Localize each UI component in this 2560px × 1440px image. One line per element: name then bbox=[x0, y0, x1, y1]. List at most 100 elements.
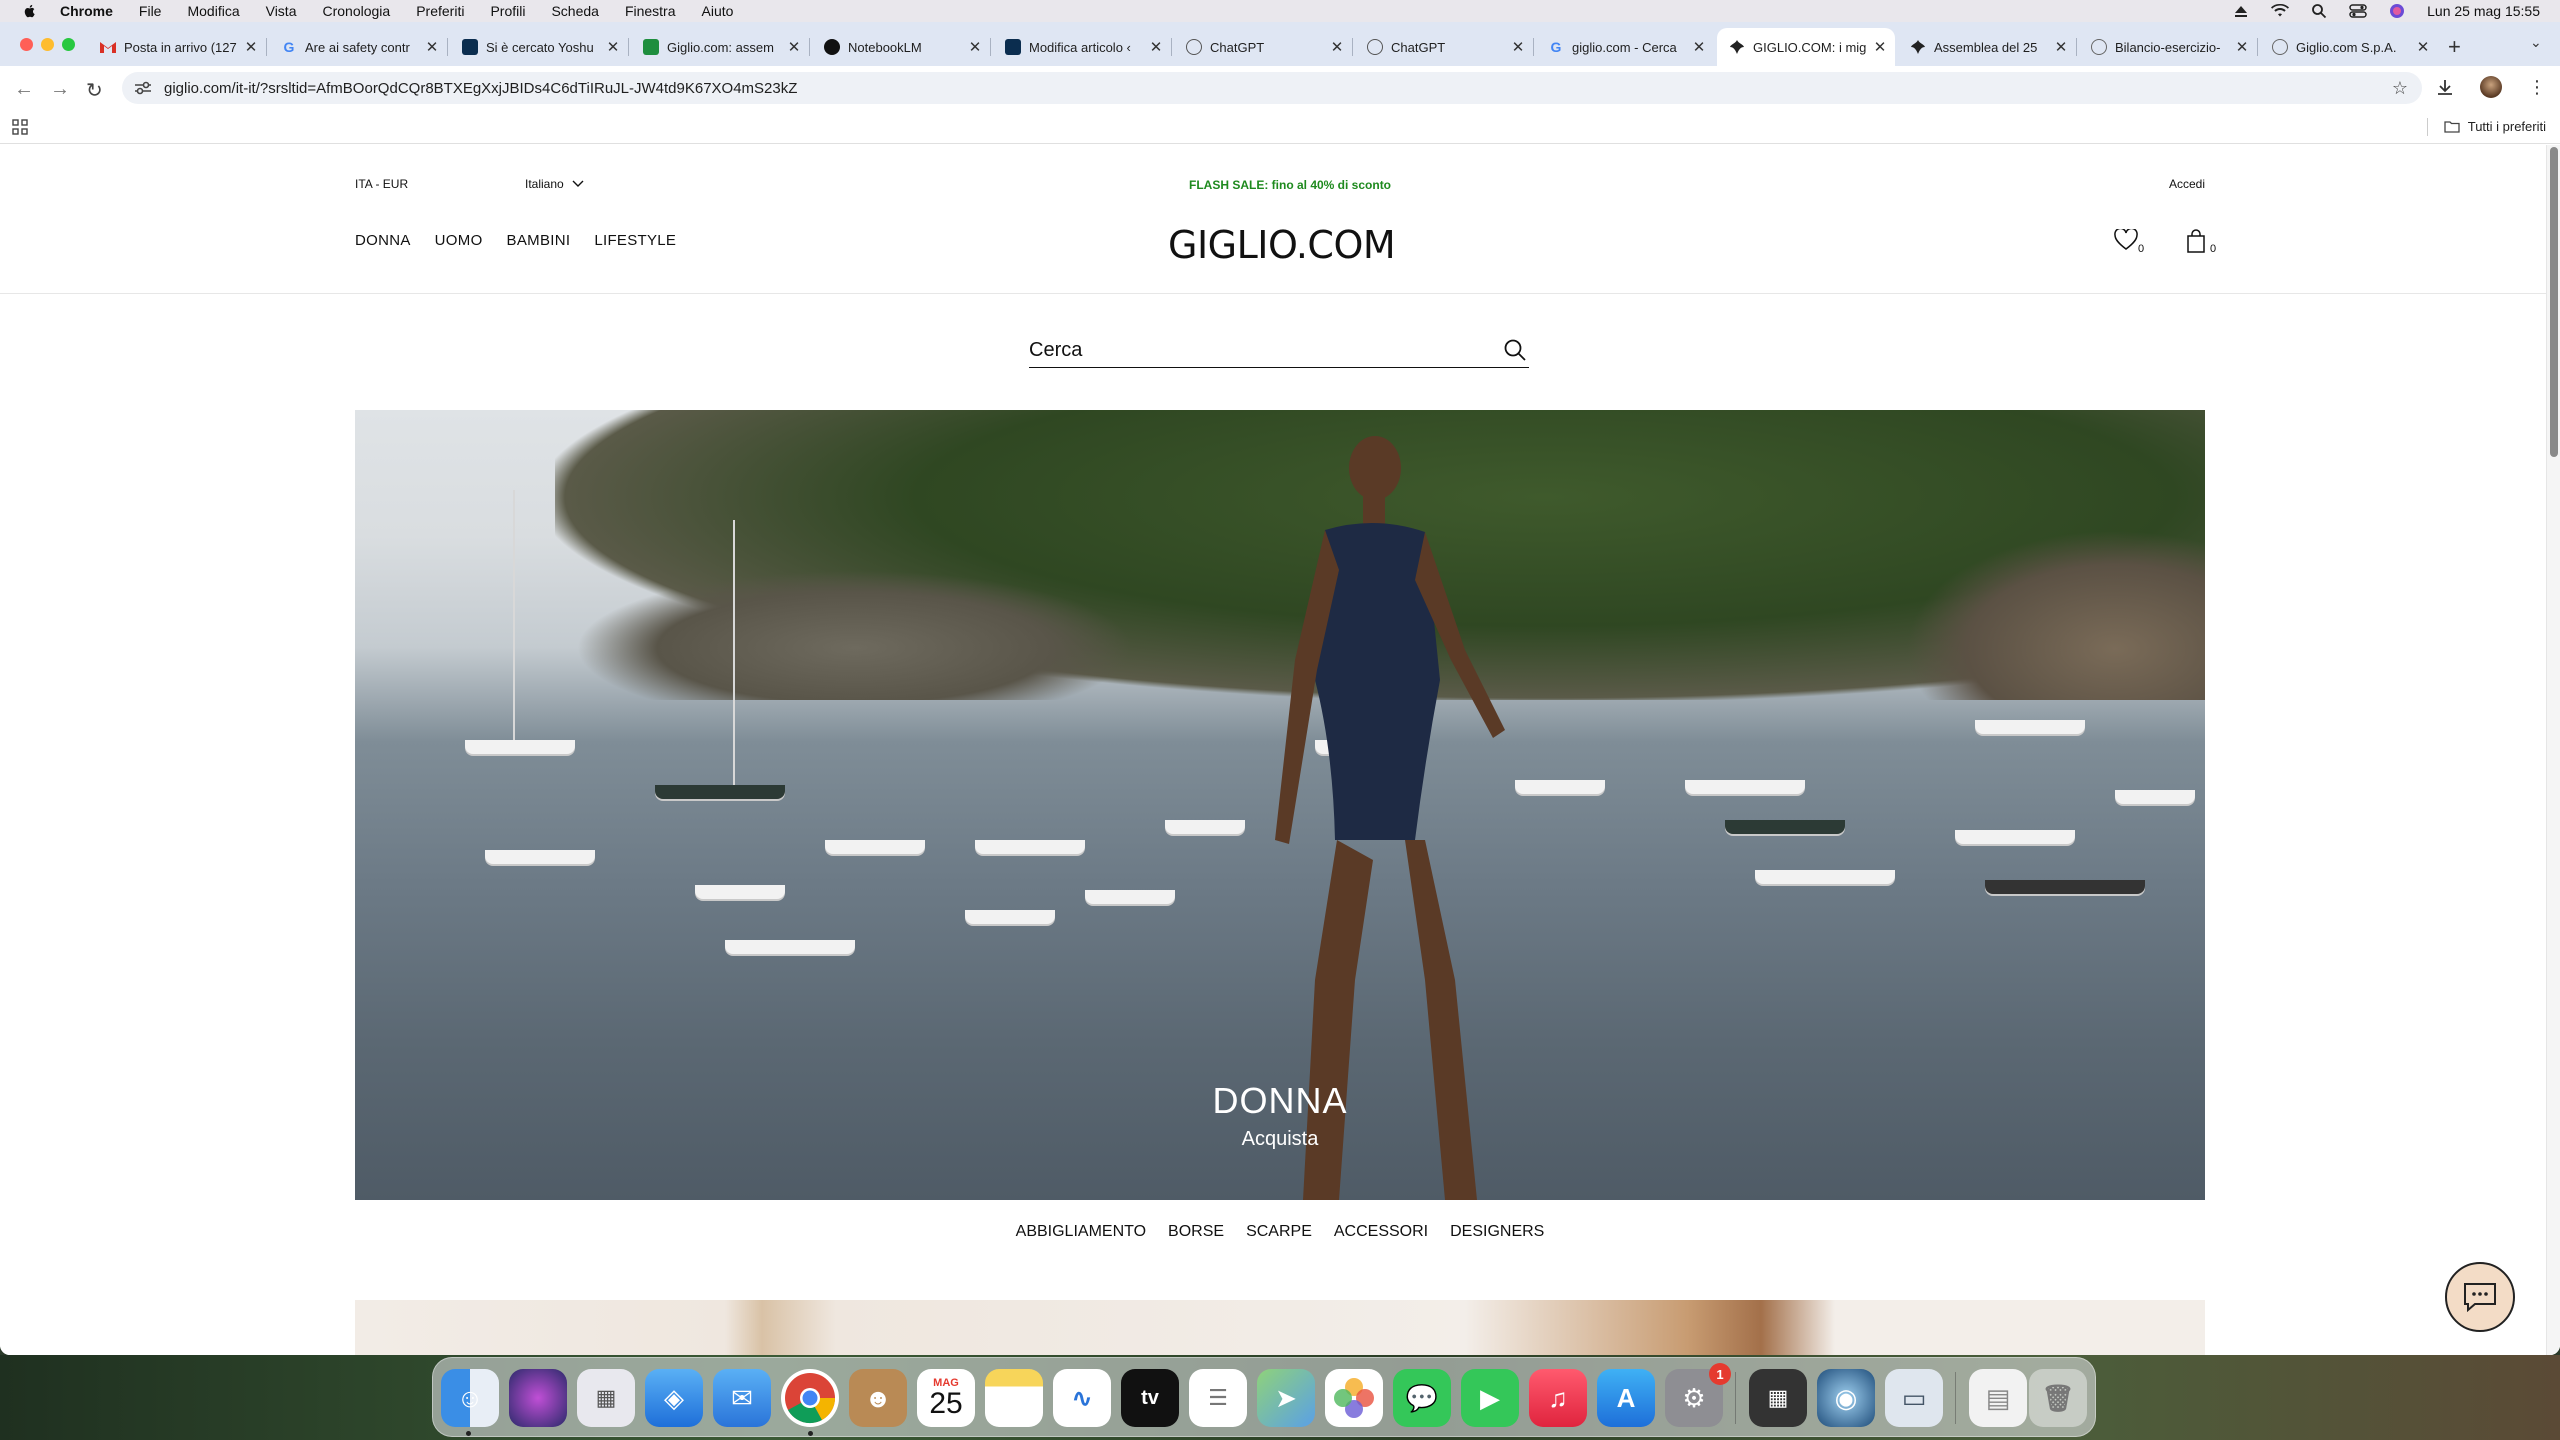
notes-icon[interactable] bbox=[985, 1369, 1043, 1427]
address-bar[interactable]: giglio.com/it-it/?srsltid=AfmBOorQdCQr8B… bbox=[122, 72, 2422, 104]
url-text[interactable]: giglio.com/it-it/?srsltid=AfmBOorQdCQr8B… bbox=[164, 80, 797, 97]
more-menu-icon[interactable]: ⋮ bbox=[2528, 77, 2546, 98]
close-tab-icon[interactable]: ✕ bbox=[423, 38, 441, 56]
preview-icon[interactable]: ▭ bbox=[1885, 1369, 1943, 1427]
close-tab-icon[interactable]: ✕ bbox=[1690, 38, 1708, 56]
reminders-icon[interactable]: ☰ bbox=[1189, 1369, 1247, 1427]
close-tab-icon[interactable]: ✕ bbox=[1328, 38, 1346, 56]
close-tab-icon[interactable]: ✕ bbox=[1871, 38, 1889, 56]
photos-icon[interactable] bbox=[1325, 1369, 1383, 1427]
hero-banner-donna[interactable]: DONNA Acquista bbox=[355, 410, 2205, 1200]
menu-modifica[interactable]: Modifica bbox=[187, 3, 239, 19]
subnav-scarpe[interactable]: SCARPE bbox=[1246, 1223, 1312, 1241]
new-tab-button[interactable]: + bbox=[2448, 34, 2461, 60]
all-bookmarks-button[interactable]: Tutti i preferiti bbox=[2444, 119, 2546, 134]
trash-icon[interactable]: 🗑 bbox=[2029, 1369, 2087, 1427]
close-tab-icon[interactable]: ✕ bbox=[966, 38, 984, 56]
menu-finestra[interactable]: Finestra bbox=[625, 3, 676, 19]
close-tab-icon[interactable]: ✕ bbox=[2052, 38, 2070, 56]
menu-file[interactable]: File bbox=[139, 3, 162, 19]
tab-12[interactable]: Giglio.com S.p.A. ✕ bbox=[2260, 28, 2438, 66]
control-center-icon[interactable] bbox=[2349, 4, 2367, 18]
tab-10[interactable]: Assemblea del 25 ✕ bbox=[1898, 28, 2077, 66]
menubar-datetime[interactable]: Lun 25 mag 15:55 bbox=[2427, 3, 2540, 19]
maps-icon[interactable]: ➤ bbox=[1257, 1369, 1315, 1427]
mail-icon[interactable]: ✉ bbox=[713, 1369, 771, 1427]
siri-icon[interactable] bbox=[2389, 3, 2405, 19]
menu-scheda[interactable]: Scheda bbox=[551, 3, 598, 19]
subnav-designers[interactable]: DESIGNERS bbox=[1450, 1223, 1544, 1241]
close-tab-icon[interactable]: ✕ bbox=[2414, 38, 2432, 56]
close-tab-icon[interactable]: ✕ bbox=[1147, 38, 1165, 56]
menu-preferiti[interactable]: Preferiti bbox=[416, 3, 464, 19]
scrollbar-thumb[interactable] bbox=[2550, 147, 2558, 457]
calendar-icon[interactable]: MAG 25 bbox=[917, 1369, 975, 1427]
search-input[interactable] bbox=[1029, 336, 1469, 364]
close-tab-icon[interactable]: ✕ bbox=[1509, 38, 1527, 56]
facetime-icon[interactable]: ▶ bbox=[1461, 1369, 1519, 1427]
calculator-icon[interactable]: ▦ bbox=[1749, 1369, 1807, 1427]
menu-aiuto[interactable]: Aiuto bbox=[702, 3, 734, 19]
menu-cronologia[interactable]: Cronologia bbox=[322, 3, 390, 19]
nav-lifestyle[interactable]: LIFESTYLE bbox=[594, 232, 676, 249]
documents-stack-icon[interactable]: ▤ bbox=[1969, 1369, 2027, 1427]
launchpad-icon[interactable]: ▦ bbox=[577, 1369, 635, 1427]
tab-11[interactable]: Bilancio-esercizio- ✕ bbox=[2079, 28, 2258, 66]
menu-vista[interactable]: Vista bbox=[266, 3, 297, 19]
tab-2[interactable]: Si è cercato Yoshu ✕ bbox=[450, 28, 629, 66]
zoom-window-button[interactable] bbox=[62, 38, 75, 51]
download-icon[interactable] bbox=[2436, 78, 2454, 96]
close-window-button[interactable] bbox=[20, 38, 33, 51]
secondary-banner[interactable] bbox=[355, 1300, 2205, 1355]
tab-9-active[interactable]: GIGLIO.COM: i mig ✕ bbox=[1717, 28, 1895, 66]
close-tab-icon[interactable]: ✕ bbox=[604, 38, 622, 56]
close-tab-icon[interactable]: ✕ bbox=[242, 38, 260, 56]
messages-icon[interactable]: 💬 bbox=[1393, 1369, 1451, 1427]
subnav-abbigliamento[interactable]: ABBIGLIAMENTO bbox=[1016, 1223, 1146, 1241]
minimize-window-button[interactable] bbox=[41, 38, 54, 51]
apps-grid-icon[interactable] bbox=[12, 119, 28, 135]
contacts-icon[interactable]: ☻ bbox=[849, 1369, 907, 1427]
flash-sale-banner[interactable]: FLASH SALE: fino al 40% di sconto bbox=[1189, 178, 1391, 192]
eject-icon[interactable] bbox=[2233, 4, 2249, 18]
search-icon[interactable] bbox=[1503, 338, 1527, 362]
apple-icon[interactable] bbox=[22, 3, 38, 19]
reload-button[interactable]: ↻ bbox=[86, 78, 103, 103]
tab-7[interactable]: ChatGPT ✕ bbox=[1355, 28, 1534, 66]
nav-donna[interactable]: DONNA bbox=[355, 232, 411, 249]
menu-profili[interactable]: Profili bbox=[490, 3, 525, 19]
chat-support-button[interactable] bbox=[2445, 1262, 2515, 1332]
tab-6[interactable]: ChatGPT ✕ bbox=[1174, 28, 1353, 66]
language-selector[interactable]: Italiano bbox=[525, 177, 584, 191]
wishlist-button[interactable]: 0 bbox=[2114, 227, 2146, 257]
hero-title[interactable]: DONNA bbox=[355, 1080, 2205, 1122]
subnav-accessori[interactable]: ACCESSORI bbox=[1334, 1223, 1428, 1241]
back-button[interactable]: ← bbox=[14, 78, 34, 101]
apple-tv-icon[interactable]: tv bbox=[1121, 1369, 1179, 1427]
tab-0[interactable]: Posta in arrivo (127 ✕ bbox=[88, 28, 267, 66]
tab-1[interactable]: G Are ai safety contr ✕ bbox=[269, 28, 448, 66]
tab-3[interactable]: Giglio.com: assem ✕ bbox=[631, 28, 810, 66]
nav-bambini[interactable]: BAMBINI bbox=[507, 232, 571, 249]
tab-search-chevron-icon[interactable]: ⌄ bbox=[2530, 34, 2542, 51]
quicktime-icon[interactable]: ◉ bbox=[1817, 1369, 1875, 1427]
tab-8[interactable]: G giglio.com - Cerca ✕ bbox=[1536, 28, 1714, 66]
system-settings-icon[interactable]: ⚙ 1 bbox=[1665, 1363, 1731, 1427]
cart-button[interactable]: 0 bbox=[2186, 229, 2218, 257]
profile-avatar[interactable] bbox=[2480, 76, 2502, 98]
close-tab-icon[interactable]: ✕ bbox=[2233, 38, 2251, 56]
subnav-borse[interactable]: BORSE bbox=[1168, 1223, 1224, 1241]
site-settings-icon[interactable] bbox=[134, 81, 152, 95]
login-link[interactable]: Accedi bbox=[2169, 177, 2205, 191]
wifi-icon[interactable] bbox=[2271, 4, 2290, 18]
close-tab-icon[interactable]: ✕ bbox=[785, 38, 803, 56]
app-store-icon[interactable]: A bbox=[1597, 1369, 1655, 1427]
spotlight-icon[interactable] bbox=[2311, 3, 2327, 19]
music-icon[interactable]: ♫ bbox=[1529, 1369, 1587, 1427]
nav-uomo[interactable]: UOMO bbox=[435, 232, 483, 249]
tab-5[interactable]: Modifica articolo ‹ ✕ bbox=[993, 28, 1172, 66]
finder-icon[interactable]: ☺ bbox=[441, 1369, 499, 1427]
chrome-app-icon[interactable] bbox=[781, 1369, 839, 1427]
locale-selector[interactable]: ITA - EUR bbox=[355, 177, 408, 191]
site-logo[interactable]: GIGLIO.COM bbox=[1168, 223, 1396, 267]
